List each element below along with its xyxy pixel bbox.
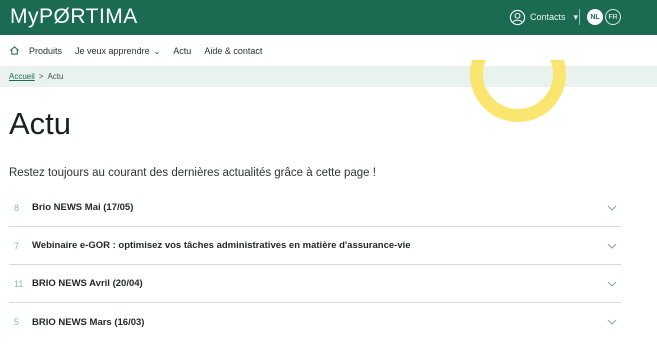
news-item[interactable]: 7 Webinaire e-GOR : optimisez vos tâches… — [9, 227, 621, 265]
nav-item-label: Je veux apprendre — [75, 45, 150, 56]
news-item[interactable]: 8 Brio NEWS Mai (17/05) — [9, 189, 621, 227]
page-subtitle: Restez toujours au courant des dernières… — [9, 167, 376, 179]
news-item-count: 7 — [14, 240, 20, 251]
news-item-count: 11 — [14, 278, 24, 289]
language-nl-button[interactable]: NL — [587, 9, 603, 25]
breadcrumb-current: Actu — [47, 72, 64, 81]
chevron-down-icon: ⌄ — [153, 46, 161, 56]
news-item-title: Brio NEWS Mai (17/05) — [32, 202, 134, 213]
contacts-label: Contacts — [530, 12, 566, 22]
news-list: 8 Brio NEWS Mai (17/05) 7 Webinaire e-GO… — [9, 189, 621, 341]
chevron-down-icon[interactable] — [603, 281, 621, 287]
news-item-count: 8 — [14, 202, 20, 213]
user-icon — [509, 9, 526, 25]
chevron-down-icon[interactable] — [603, 243, 621, 249]
news-item-title: Webinaire e-GOR : optimisez vos tâches a… — [32, 240, 411, 251]
contacts-menu[interactable]: Contacts ▾ — [509, 8, 578, 26]
home-icon[interactable] — [9, 45, 20, 56]
breadcrumb-home-link[interactable]: Accueil — [9, 72, 35, 81]
nav-item-produits[interactable]: Produits — [29, 46, 62, 56]
nav-item-aide-contact[interactable]: Aide & contact — [204, 46, 262, 56]
top-header: MyPØRTIMA Contacts ▾ NL FR — [0, 0, 657, 35]
language-fr-button[interactable]: FR — [605, 9, 621, 25]
news-item[interactable]: 11 BRIO NEWS Avril (20/04) — [9, 265, 621, 303]
nav-item-je-veux-apprendre[interactable]: Je veux apprendre ⌄ — [75, 46, 160, 56]
chevron-down-icon[interactable] — [603, 319, 621, 325]
nav-item-actu[interactable]: Actu — [173, 46, 191, 56]
news-item-title: BRIO NEWS Mars (16/03) — [32, 316, 145, 328]
news-item-count: 5 — [14, 317, 20, 327]
breadcrumb-separator: > — [38, 72, 44, 81]
chevron-down-icon[interactable] — [603, 205, 621, 211]
header-divider — [579, 9, 580, 25]
portima-logo[interactable]: MyPØRTIMA — [10, 5, 138, 29]
news-item[interactable]: 5 BRIO NEWS Mars (16/03) — [9, 303, 621, 341]
decorative-arc — [462, 60, 574, 128]
page-title: Actu — [9, 106, 72, 141]
chevron-down-icon: ▾ — [573, 11, 579, 22]
news-item-title: BRIO NEWS Avril (20/04) — [32, 278, 143, 289]
